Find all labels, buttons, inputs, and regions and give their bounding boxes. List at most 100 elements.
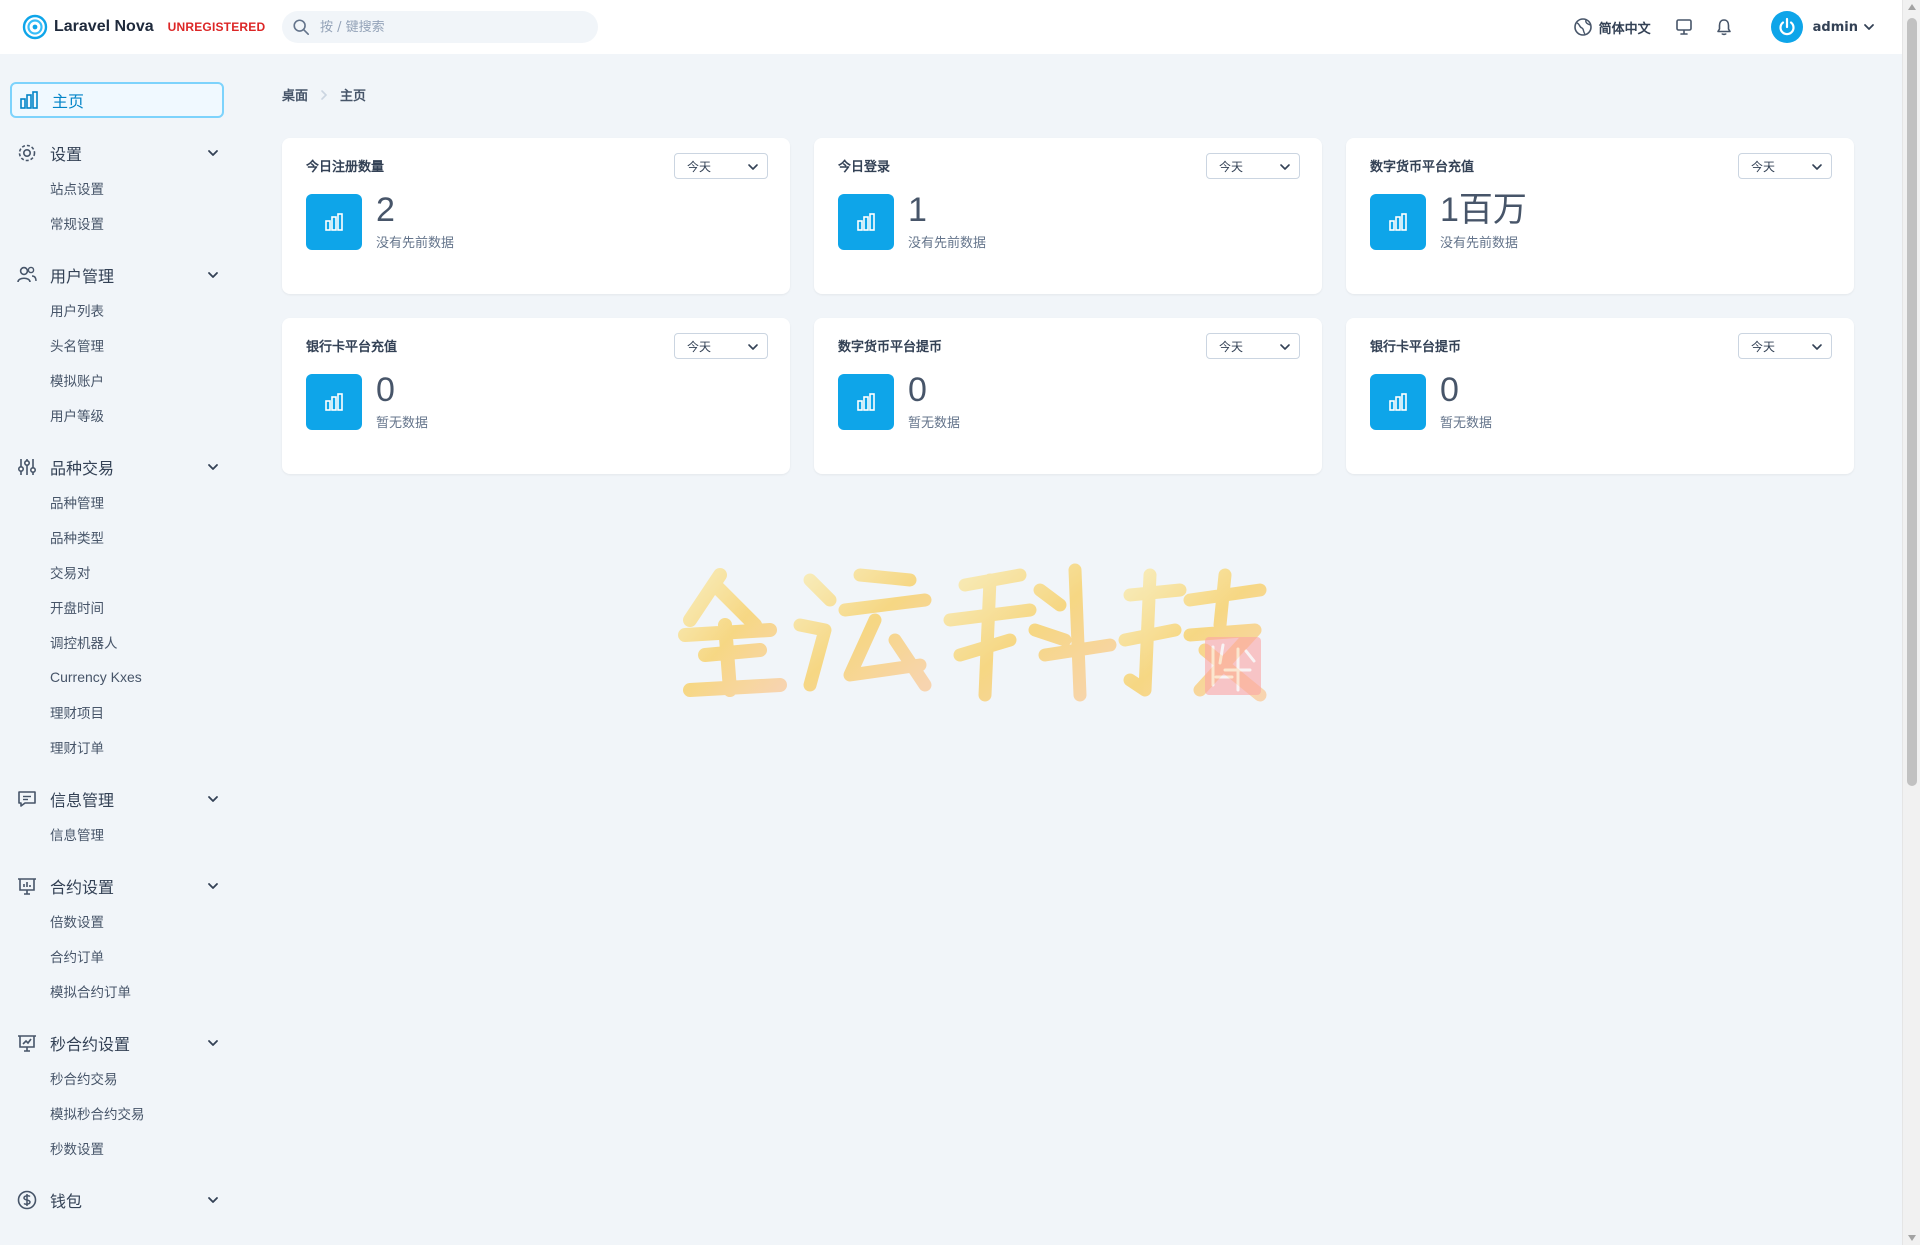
- metric-value: 0: [376, 371, 395, 409]
- range-select[interactable]: 今天: [674, 153, 768, 179]
- sidebar-subitem[interactable]: 用户等级: [0, 397, 240, 432]
- bar-chart-icon: [325, 393, 343, 411]
- metric-note: 暂无数据: [1440, 416, 1493, 431]
- sidebar-subitem[interactable]: 秒合约交易: [0, 1060, 240, 1095]
- sidebar-subitem[interactable]: 模拟合约订单: [0, 973, 240, 1008]
- monitor-button[interactable]: [1673, 16, 1695, 38]
- sidebar-groups: 设置站点设置 常规设置用户管理 用户列表 头名管理 模拟账户 用户等级品种交易 品种管理 品种…: [0, 136, 240, 1217]
- sidebar-group-header[interactable]: 用户管理: [0, 258, 220, 292]
- chevron-right-icon: [321, 89, 328, 100]
- sidebar-subitem[interactable]: Currency Kxes: [0, 659, 240, 694]
- sidebar-subitem[interactable]: 秒数设置: [0, 1130, 240, 1165]
- sidebar-subitem[interactable]: 头名管理: [0, 327, 240, 362]
- sidebar-subitem[interactable]: 理财订单: [0, 729, 240, 764]
- globe-icon: [1573, 18, 1592, 36]
- sidebar-group: 钱包: [0, 1183, 240, 1217]
- sidebar-subitem[interactable]: 理财项目: [0, 694, 240, 729]
- chevron-down-icon[interactable]: [206, 146, 220, 160]
- header-actions: 简体中文 admin: [1573, 0, 1876, 54]
- metric-card: 今日注册数量 今天 2 没有先前数据: [282, 138, 790, 294]
- range-select-value: 今天: [1751, 339, 1776, 354]
- chevron-down-icon[interactable]: [206, 460, 220, 474]
- sidebar-subitem[interactable]: 品种管理: [0, 484, 240, 519]
- chevron-down-icon: [1280, 164, 1290, 170]
- sidebar-group-label: 信息管理: [50, 791, 115, 810]
- sidebar-group-header[interactable]: 秒合约设置: [0, 1026, 220, 1060]
- range-select[interactable]: 今天: [1738, 333, 1832, 359]
- sidebar-group-header[interactable]: 合约设置: [0, 869, 220, 903]
- metric-title: 今日注册数量: [306, 160, 385, 175]
- sidebar-subitem[interactable]: 倍数设置: [0, 903, 240, 938]
- range-select[interactable]: 今天: [1738, 153, 1832, 179]
- metric-card: 银行卡平台充值 今天 0 暂无数据: [282, 318, 790, 474]
- sidebar-group-label: 合约设置: [50, 878, 115, 897]
- sidebar-subitem[interactable]: 信息管理: [0, 816, 240, 851]
- sidebar-subitem[interactable]: 交易对: [0, 554, 240, 589]
- gear-icon: [18, 144, 36, 162]
- breadcrumb-item[interactable]: 桌面: [282, 85, 308, 104]
- metric-value: 2: [376, 191, 395, 229]
- global-search[interactable]: [282, 11, 598, 43]
- chevron-down-icon[interactable]: [206, 1193, 220, 1207]
- chevron-down-icon[interactable]: [206, 792, 220, 806]
- sidebar-group-header[interactable]: 钱包: [0, 1183, 220, 1217]
- sidebar-group-label: 秒合约设置: [50, 1035, 131, 1054]
- scroll-up-arrow[interactable]: [1908, 4, 1916, 10]
- presentation-trend-icon: [18, 1035, 36, 1052]
- watermark-logo: [678, 563, 1267, 702]
- brand[interactable]: Laravel Nova UNREGISTERED: [22, 14, 280, 40]
- scrollbar-thumb[interactable]: [1907, 18, 1917, 786]
- vertical-scrollbar[interactable]: [1902, 0, 1920, 1245]
- sidebar-subitem[interactable]: 合约订单: [0, 938, 240, 973]
- bell-icon: [1716, 19, 1731, 36]
- search-input[interactable]: [320, 19, 580, 35]
- sliders-icon: [17, 459, 37, 475]
- bar-chart-icon: [20, 91, 38, 109]
- chevron-down-icon: [748, 164, 758, 170]
- sidebar-subitem[interactable]: 调控机器人: [0, 624, 240, 659]
- range-select-value: 今天: [1751, 159, 1776, 174]
- unregistered-badge: UNREGISTERED: [167, 20, 266, 34]
- sidebar-group-header[interactable]: 信息管理: [0, 782, 220, 816]
- sidebar-subitem[interactable]: 品种类型: [0, 519, 240, 554]
- range-select-value: 今天: [1219, 339, 1244, 354]
- chevron-down-icon[interactable]: [206, 879, 220, 893]
- metric-value: 1百万: [1440, 191, 1527, 229]
- sidebar-group-label: 设置: [50, 145, 83, 164]
- sidebar-item-home[interactable]: 主页: [10, 82, 224, 118]
- scroll-down-arrow[interactable]: [1908, 1235, 1916, 1241]
- metric-note: 没有先前数据: [376, 236, 455, 251]
- sidebar-group-header[interactable]: 设置: [0, 136, 220, 170]
- nova-logo-icon: [22, 14, 48, 40]
- sidebar-group: 秒合约设置秒合约交易 模拟秒合约交易 秒数设置: [0, 1026, 240, 1165]
- chevron-down-icon[interactable]: [206, 1036, 220, 1050]
- metric-value: 0: [908, 371, 927, 409]
- breadcrumb-current: 主页: [340, 89, 367, 104]
- notifications-button[interactable]: [1713, 16, 1735, 38]
- sidebar-group: 合约设置倍数设置 合约订单 模拟合约订单: [0, 869, 240, 1008]
- sidebar-subitem[interactable]: 常规设置: [0, 205, 240, 240]
- sidebar-subitem[interactable]: 开盘时间: [0, 589, 240, 624]
- metric-card: 今日登录 今天 1 没有先前数据: [814, 138, 1322, 294]
- sidebar-subitem[interactable]: 用户列表: [0, 292, 240, 327]
- range-select[interactable]: 今天: [1206, 153, 1300, 179]
- metric-icon-box: [306, 194, 362, 250]
- sidebar-subitem[interactable]: 站点设置: [0, 170, 240, 205]
- chevron-down-icon: [1864, 24, 1874, 30]
- sidebar-subitem[interactable]: 模拟账户: [0, 362, 240, 397]
- metric-note: 暂无数据: [908, 416, 961, 431]
- range-select[interactable]: 今天: [1206, 333, 1300, 359]
- user-menu[interactable]: admin: [1770, 11, 1876, 43]
- user-name: admin: [1812, 19, 1858, 35]
- sidebar-group-header[interactable]: 品种交易: [0, 450, 220, 484]
- sidebar-group: 设置站点设置 常规设置: [0, 136, 240, 240]
- language-switcher[interactable]: 简体中文: [1573, 17, 1651, 37]
- bar-chart-icon: [857, 393, 875, 411]
- monitor-icon: [1675, 19, 1692, 35]
- sidebar-subitem[interactable]: 模拟秒合约交易: [0, 1095, 240, 1130]
- metric-title: 银行卡平台提币: [1370, 340, 1462, 355]
- range-select[interactable]: 今天: [674, 333, 768, 359]
- chevron-down-icon[interactable]: [206, 268, 220, 282]
- bar-chart-icon: [1389, 393, 1407, 411]
- bar-chart-icon: [857, 213, 875, 231]
